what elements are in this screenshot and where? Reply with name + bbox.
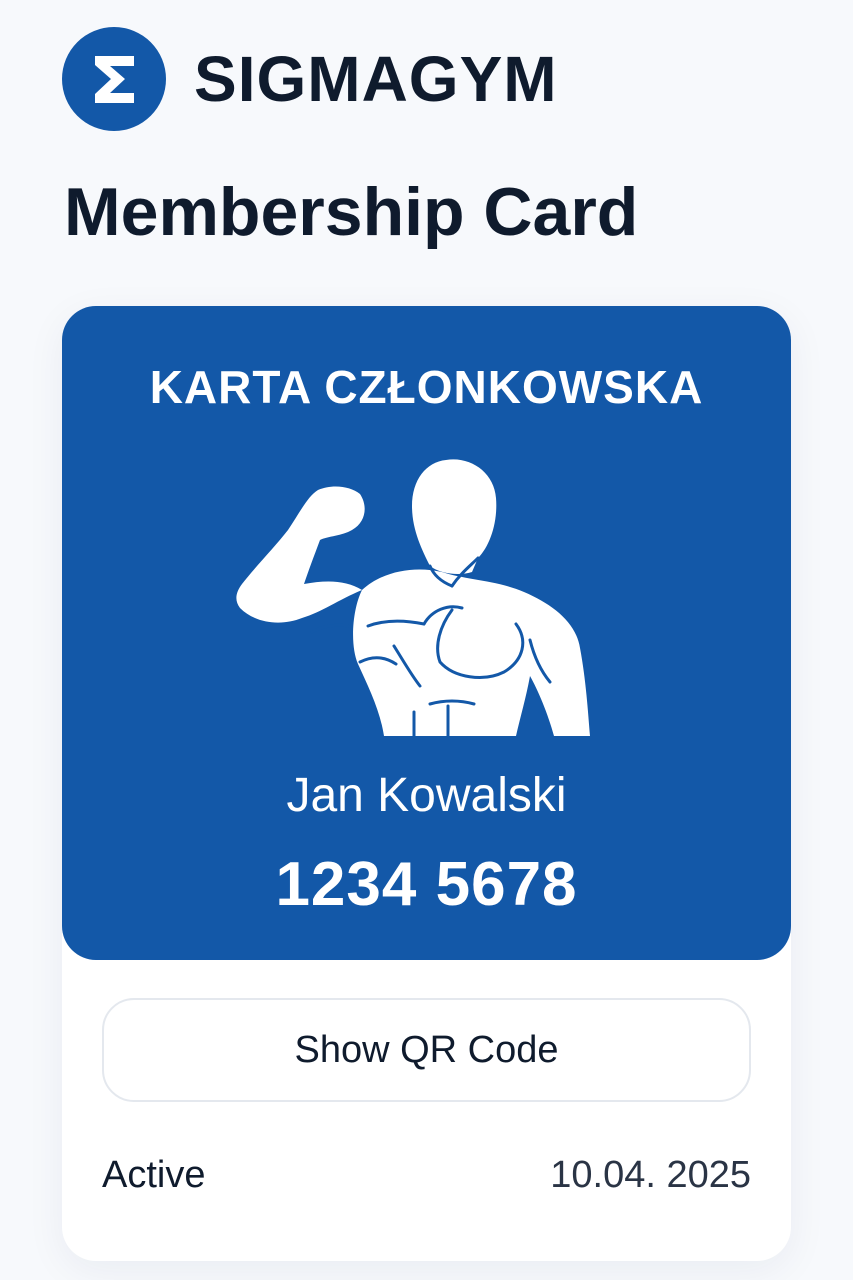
member-name: Jan Kowalski [286,769,567,822]
membership-card: KARTA CZŁONKOWSKA Jan Kowalski 1234 5678 [62,306,791,960]
status-label: Active [102,1154,206,1196]
brand-name: SIGMAGYM [194,43,558,115]
sigma-icon [62,27,166,131]
member-number: 1234 5678 [275,850,578,919]
page-title: Membership Card [64,174,639,250]
bodybuilder-icon [234,450,594,740]
membership-panel: KARTA CZŁONKOWSKA Jan Kowalski 1234 5678… [62,306,791,1261]
status-date: 10.04. 2025 [550,1154,751,1196]
show-qr-code-button[interactable]: Show QR Code [102,998,751,1102]
status-row: Active 10.04. 2025 [102,1156,751,1194]
brand-header: SIGMAGYM [62,27,558,131]
card-heading: KARTA CZŁONKOWSKA [149,361,704,413]
